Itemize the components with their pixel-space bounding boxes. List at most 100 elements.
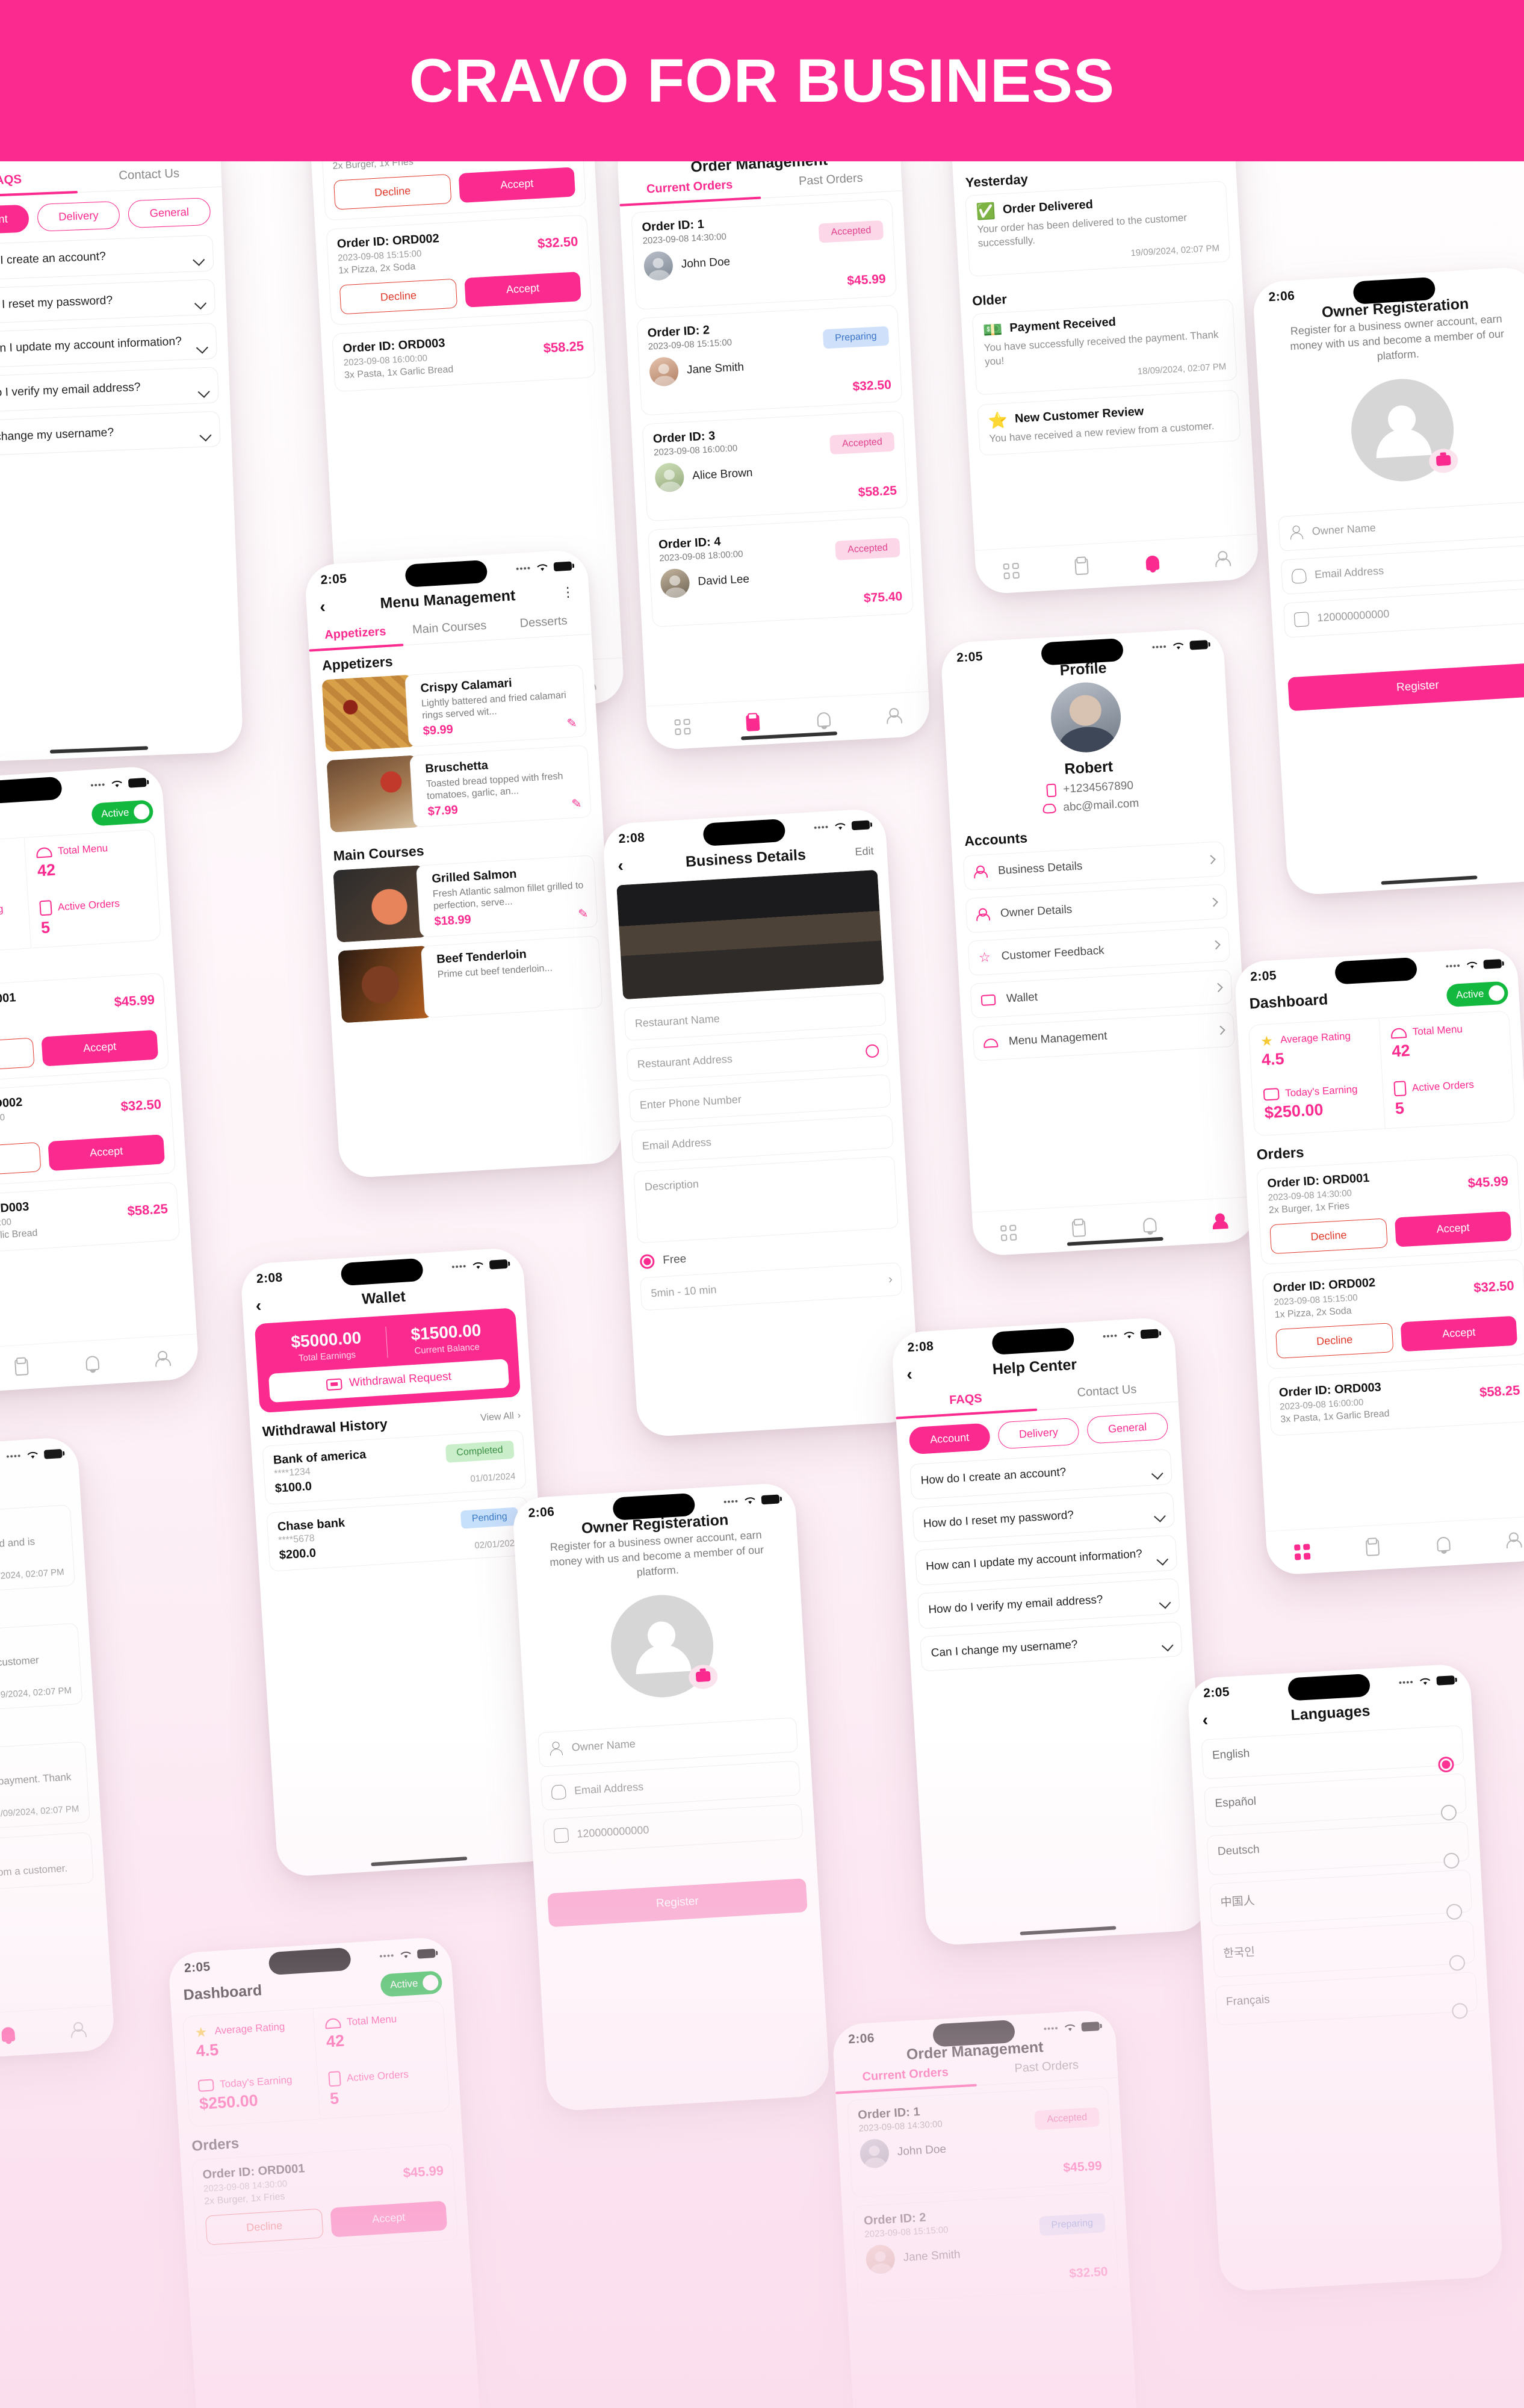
language-option-espanol[interactable]: Español bbox=[1204, 1773, 1467, 1828]
register-button[interactable]: Register bbox=[547, 1878, 808, 1927]
active-toggle[interactable]: Active bbox=[1446, 981, 1509, 1008]
edit-icon[interactable]: ✎ bbox=[578, 906, 589, 922]
nav-orders[interactable] bbox=[1337, 1538, 1408, 1558]
tab-faqs[interactable]: FAQS bbox=[0, 163, 78, 197]
notification-card[interactable]: ⭐ New Customer Review You have received … bbox=[977, 389, 1241, 456]
faq-item[interactable]: Can I change my username? bbox=[920, 1621, 1183, 1672]
tab-appetizers[interactable]: Appetizers bbox=[308, 616, 403, 650]
chip-general[interactable]: General bbox=[128, 197, 211, 229]
nav-notifications[interactable] bbox=[1114, 1215, 1186, 1234]
order-row[interactable]: Order ID: 1 2023-09-08 14:30:00 Accepted… bbox=[631, 199, 897, 310]
decline-button[interactable]: Decline bbox=[333, 173, 452, 210]
tab-desserts[interactable]: Desserts bbox=[496, 606, 592, 639]
accept-button[interactable]: Accept bbox=[48, 1134, 166, 1171]
nav-dashboard[interactable] bbox=[976, 561, 1047, 581]
language-option-francais[interactable]: Français bbox=[1215, 1971, 1478, 2026]
accept-button[interactable]: Accept bbox=[1394, 1211, 1512, 1247]
faq-item[interactable]: How do I reset my password? bbox=[0, 279, 216, 325]
nav-profile[interactable] bbox=[43, 2020, 114, 2040]
back-button[interactable]: ‹ bbox=[906, 1365, 912, 1383]
active-toggle[interactable]: Active bbox=[379, 1970, 443, 1997]
register-button[interactable]: Register bbox=[1287, 662, 1524, 711]
notification-card[interactable]: 💵 Payment Received You have successfully… bbox=[971, 299, 1237, 396]
notification-card[interactable]: 📦 Order Placed Your order has been succe… bbox=[0, 1504, 76, 1603]
faq-item[interactable]: Can I change my username? bbox=[0, 411, 221, 458]
nav-orders[interactable] bbox=[0, 1357, 58, 1377]
email-address-field[interactable]: Email Address bbox=[631, 1115, 894, 1164]
avatar[interactable] bbox=[1049, 680, 1123, 754]
menu-item[interactable]: Beef Tenderloin Prime cut beef tenderloi… bbox=[338, 935, 603, 1023]
notification-card[interactable]: ✅ Order Delivered Your order has been de… bbox=[0, 1622, 83, 1721]
faq-item[interactable]: How do I verify my email address? bbox=[917, 1578, 1180, 1629]
tab-main-courses[interactable]: Main Courses bbox=[401, 611, 497, 645]
faq-item[interactable]: How do I reset my password? bbox=[912, 1492, 1176, 1543]
accept-button[interactable]: Accept bbox=[464, 272, 581, 308]
chip-general[interactable]: General bbox=[1086, 1412, 1169, 1444]
nav-notifications[interactable] bbox=[0, 2025, 44, 2043]
back-button[interactable]: ‹ bbox=[1202, 1710, 1209, 1729]
order-row[interactable]: Order ID: 2 2023-09-08 15:15:00 Preparin… bbox=[852, 2191, 1120, 2304]
email-field[interactable]: Email Address bbox=[1280, 544, 1524, 595]
view-all-button[interactable]: View All › bbox=[480, 1410, 521, 1423]
chip-account[interactable]: Account bbox=[0, 204, 29, 235]
decline-button[interactable]: Decline bbox=[1275, 1323, 1394, 1359]
avatar-placeholder[interactable] bbox=[1348, 376, 1459, 484]
owner-name-field[interactable]: Owner Name bbox=[1278, 501, 1524, 551]
notification-card[interactable]: 💵 Payment Received You have successfully… bbox=[0, 1741, 90, 1839]
withdrawal-request-button[interactable]: Withdrawal Request bbox=[268, 1359, 510, 1403]
more-options-icon[interactable]: ⋮ bbox=[561, 584, 576, 600]
language-option-korean[interactable]: 한국인 bbox=[1212, 1920, 1475, 1978]
sidebar-item-customer-feedback[interactable]: ☆ Customer Feedback bbox=[967, 926, 1231, 976]
menu-item[interactable]: Crispy Calamari Lightly battered and fri… bbox=[321, 664, 587, 752]
decline-button[interactable]: Decline bbox=[1269, 1218, 1388, 1255]
camera-button[interactable] bbox=[688, 1663, 719, 1690]
menu-item[interactable]: Bruschetta Toasted bread topped with fre… bbox=[326, 745, 592, 833]
nav-profile[interactable] bbox=[858, 706, 930, 725]
language-option-english[interactable]: English bbox=[1201, 1725, 1464, 1780]
restaurant-name-field[interactable]: Restaurant Name bbox=[624, 992, 887, 1041]
avatar-placeholder[interactable] bbox=[608, 1592, 719, 1700]
faq-item[interactable]: How can I update my account information? bbox=[0, 323, 218, 370]
nav-notifications[interactable] bbox=[1408, 1534, 1479, 1553]
notification-card[interactable]: ✅ Order Delivered Your order has been de… bbox=[965, 180, 1231, 277]
decline-button[interactable]: Decline bbox=[205, 2208, 324, 2245]
location-icon[interactable] bbox=[865, 1043, 879, 1058]
owner-name-field[interactable]: Owner Name bbox=[537, 1717, 798, 1767]
faq-item[interactable]: How do I verify my email address? bbox=[0, 367, 219, 414]
sidebar-item-menu-management[interactable]: Menu Management bbox=[972, 1011, 1236, 1061]
order-row[interactable]: Order ID: 4 2023-09-08 18:00:00 Accepted… bbox=[647, 516, 914, 627]
accept-button[interactable]: Accept bbox=[458, 167, 576, 203]
withdrawal-row[interactable]: Chase bank ****5678 $200.0 Pending 02/01… bbox=[266, 1496, 531, 1572]
decline-button[interactable]: Decline bbox=[0, 1142, 42, 1179]
accept-button[interactable]: Accept bbox=[330, 2200, 448, 2238]
nav-profile[interactable] bbox=[1187, 548, 1259, 568]
chip-delivery[interactable]: Delivery bbox=[997, 1417, 1080, 1450]
decline-button[interactable]: Decline bbox=[339, 278, 458, 315]
sidebar-item-wallet[interactable]: Wallet bbox=[970, 969, 1233, 1019]
nav-profile[interactable] bbox=[1478, 1530, 1524, 1550]
chip-account[interactable]: Account bbox=[908, 1423, 991, 1455]
nav-orders[interactable] bbox=[717, 713, 789, 733]
nav-dashboard[interactable] bbox=[1266, 1542, 1338, 1562]
nav-dashboard[interactable] bbox=[646, 717, 718, 736]
back-button[interactable]: ‹ bbox=[617, 856, 624, 875]
notification-card[interactable]: ⭐ New Customer Review You have received … bbox=[0, 1831, 94, 1899]
language-option-chinese[interactable]: 中国人 bbox=[1209, 1869, 1473, 1927]
accept-button[interactable]: Accept bbox=[1400, 1315, 1518, 1352]
nav-dashboard[interactable] bbox=[973, 1223, 1044, 1243]
edit-icon[interactable]: ✎ bbox=[571, 796, 582, 811]
restaurant-photo[interactable] bbox=[616, 869, 884, 1000]
tab-contact-us[interactable]: Contact Us bbox=[76, 158, 221, 192]
back-button[interactable]: ‹ bbox=[319, 597, 326, 616]
email-field[interactable]: Email Address bbox=[540, 1760, 801, 1811]
nav-orders[interactable] bbox=[1043, 1218, 1115, 1239]
language-option-deutsch[interactable]: Deutsch bbox=[1206, 1821, 1470, 1876]
phone-number-field[interactable]: Enter Phone Number bbox=[628, 1074, 891, 1123]
camera-button[interactable] bbox=[1428, 447, 1459, 474]
nav-notifications[interactable] bbox=[1117, 553, 1188, 572]
nav-orders[interactable] bbox=[1046, 556, 1118, 577]
active-toggle[interactable]: Active bbox=[90, 799, 154, 827]
decline-button[interactable]: Decline bbox=[0, 1037, 35, 1075]
order-row[interactable]: Order ID: 1 2023-09-08 14:30:00 Accepted… bbox=[846, 2085, 1114, 2198]
order-row[interactable]: Order ID: 3 2023-09-08 16:00:00 Accepted… bbox=[642, 410, 908, 522]
